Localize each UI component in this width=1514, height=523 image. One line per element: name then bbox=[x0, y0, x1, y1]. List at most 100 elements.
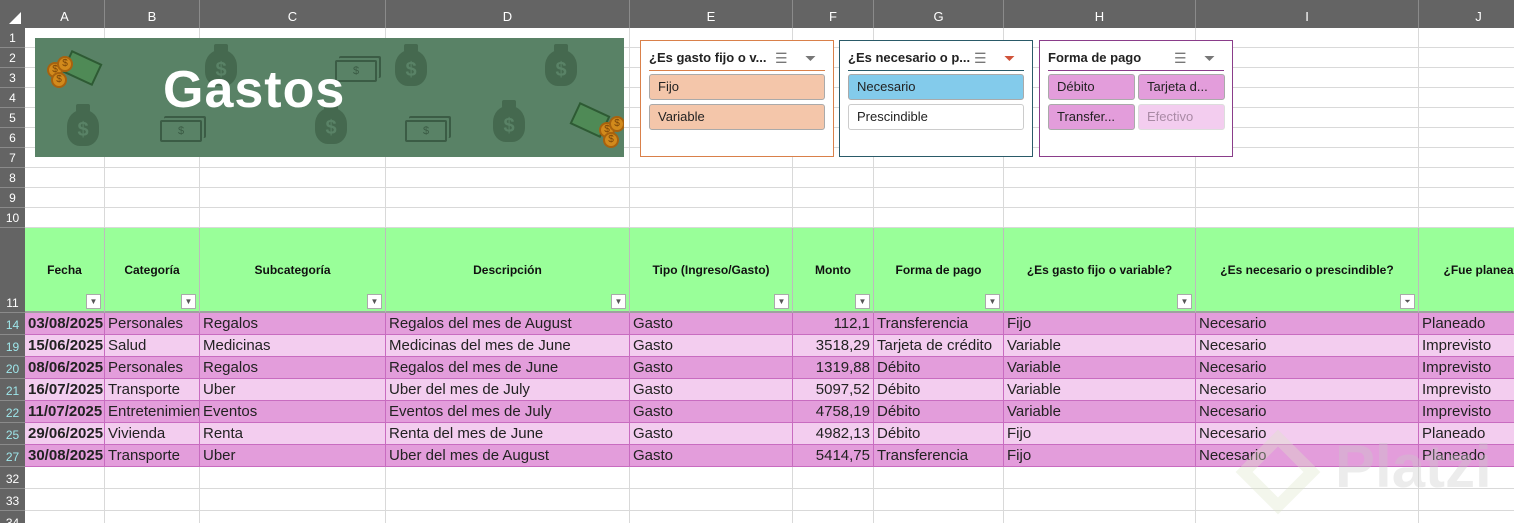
cell[interactable] bbox=[630, 467, 793, 489]
row-header[interactable]: 14 bbox=[0, 313, 25, 335]
cell[interactable] bbox=[1004, 511, 1196, 523]
cell[interactable]: Transferencia bbox=[874, 445, 1004, 467]
cell[interactable] bbox=[1196, 168, 1419, 188]
clear-filter-icon[interactable]: ⏷ bbox=[805, 49, 816, 67]
cell[interactable]: Necesario bbox=[1196, 313, 1419, 335]
column-header[interactable]: D bbox=[386, 0, 630, 28]
slicer-item[interactable]: Variable bbox=[649, 104, 825, 130]
cell[interactable] bbox=[874, 208, 1004, 228]
row-header[interactable]: 9 bbox=[0, 188, 25, 208]
slicer-item[interactable]: Tarjeta d... bbox=[1138, 74, 1225, 100]
cell[interactable]: 4758,19 bbox=[793, 401, 874, 423]
row-header[interactable]: 2 bbox=[0, 48, 25, 68]
cell[interactable] bbox=[105, 467, 200, 489]
row-header[interactable]: 21 bbox=[0, 379, 25, 401]
cell[interactable]: Medicinas del mes de June bbox=[386, 335, 630, 357]
row-header[interactable]: 19 bbox=[0, 335, 25, 357]
cell[interactable]: 29/06/2025 bbox=[25, 423, 105, 445]
slicer[interactable]: ¿Es necesario o p... ☰ ⏷ Necesario Prescindi… bbox=[839, 40, 1033, 157]
cell[interactable]: Personales bbox=[105, 357, 200, 379]
cell[interactable] bbox=[793, 208, 874, 228]
cell[interactable] bbox=[1004, 208, 1196, 228]
cell[interactable]: 5414,75 bbox=[793, 445, 874, 467]
cell[interactable]: Necesario bbox=[1196, 401, 1419, 423]
cell[interactable]: Gasto bbox=[630, 335, 793, 357]
cell[interactable] bbox=[25, 188, 105, 208]
select-all-button[interactable] bbox=[0, 0, 25, 28]
cell[interactable]: Necesario bbox=[1196, 379, 1419, 401]
cell[interactable]: Eventos del mes de July bbox=[386, 401, 630, 423]
cell[interactable] bbox=[386, 168, 630, 188]
row-header[interactable]: 33 bbox=[0, 489, 25, 511]
slicer-item[interactable]: Efectivo bbox=[1138, 104, 1225, 130]
cell[interactable] bbox=[1196, 511, 1419, 523]
cell[interactable]: Gasto bbox=[630, 379, 793, 401]
cell[interactable]: Regalos del mes de August bbox=[386, 313, 630, 335]
column-header-cell[interactable]: ¿Es gasto fijo o variable? ▼ bbox=[1004, 228, 1196, 313]
cell[interactable] bbox=[1419, 168, 1514, 188]
cell[interactable]: Débito bbox=[874, 379, 1004, 401]
cell[interactable]: Eventos bbox=[200, 401, 386, 423]
cell[interactable] bbox=[386, 188, 630, 208]
filter-dropdown-button[interactable]: ▼ bbox=[181, 294, 196, 309]
cell[interactable]: 03/08/2025 bbox=[25, 313, 105, 335]
row-header[interactable]: 22 bbox=[0, 401, 25, 423]
row-header[interactable]: 34 bbox=[0, 511, 25, 523]
cell[interactable]: Débito bbox=[874, 401, 1004, 423]
column-header[interactable]: C bbox=[200, 0, 386, 28]
cell[interactable] bbox=[874, 467, 1004, 489]
cell[interactable]: Renta del mes de June bbox=[386, 423, 630, 445]
column-header-cell[interactable]: ¿Es necesario o prescindible? ⏷ bbox=[1196, 228, 1419, 313]
cell[interactable]: 112,1 bbox=[793, 313, 874, 335]
cell[interactable] bbox=[1004, 168, 1196, 188]
cell[interactable]: Uber bbox=[200, 445, 386, 467]
column-header-cell[interactable]: Tipo (Ingreso/Gasto) ▼ bbox=[630, 228, 793, 313]
cell[interactable]: Necesario bbox=[1196, 335, 1419, 357]
cell[interactable]: Regalos bbox=[200, 313, 386, 335]
cell[interactable] bbox=[793, 511, 874, 523]
cell[interactable] bbox=[1196, 188, 1419, 208]
cell[interactable] bbox=[25, 208, 105, 228]
cell[interactable] bbox=[386, 489, 630, 511]
slicer[interactable]: ¿Es gasto fijo o v... ☰ ⏷ Fijo Variable bbox=[640, 40, 834, 157]
row-header[interactable]: 20 bbox=[0, 357, 25, 379]
cell[interactable] bbox=[874, 489, 1004, 511]
cell[interactable] bbox=[874, 168, 1004, 188]
row-header[interactable]: 10 bbox=[0, 208, 25, 228]
cell[interactable]: Transferencia bbox=[874, 313, 1004, 335]
cell[interactable]: 5097,52 bbox=[793, 379, 874, 401]
cell[interactable] bbox=[386, 208, 630, 228]
row-header[interactable]: 1 bbox=[0, 28, 25, 48]
cell[interactable]: Personales bbox=[105, 313, 200, 335]
multi-select-icon[interactable]: ☰ bbox=[974, 49, 987, 67]
slicer-item[interactable]: Fijo bbox=[649, 74, 825, 100]
filter-dropdown-button[interactable]: ▼ bbox=[367, 294, 382, 309]
filter-dropdown-button[interactable]: ▼ bbox=[86, 294, 101, 309]
row-header[interactable]: 8 bbox=[0, 168, 25, 188]
row-header[interactable]: 32 bbox=[0, 467, 25, 489]
cell[interactable]: Variable bbox=[1004, 401, 1196, 423]
cell[interactable] bbox=[105, 208, 200, 228]
cell[interactable]: Necesario bbox=[1196, 357, 1419, 379]
cell[interactable]: Medicinas bbox=[200, 335, 386, 357]
cell[interactable] bbox=[1004, 188, 1196, 208]
cell[interactable] bbox=[25, 467, 105, 489]
column-header-cell[interactable]: Fecha ▼ bbox=[25, 228, 105, 313]
cell[interactable]: Gasto bbox=[630, 357, 793, 379]
cell[interactable]: Variable bbox=[1004, 379, 1196, 401]
cell[interactable]: Imprevisto bbox=[1419, 401, 1514, 423]
cell[interactable] bbox=[105, 511, 200, 523]
clear-filter-icon[interactable]: ⏷ bbox=[1004, 49, 1015, 67]
column-header-cell[interactable]: Descripción ▼ bbox=[386, 228, 630, 313]
cell[interactable]: 11/07/2025 bbox=[25, 401, 105, 423]
column-header[interactable]: I bbox=[1196, 0, 1419, 28]
cell[interactable] bbox=[200, 489, 386, 511]
cell[interactable]: Planeado bbox=[1419, 313, 1514, 335]
column-header[interactable]: J bbox=[1419, 0, 1514, 28]
cell[interactable]: Transporte bbox=[105, 445, 200, 467]
cell[interactable]: Tarjeta de crédito bbox=[874, 335, 1004, 357]
cell[interactable] bbox=[793, 467, 874, 489]
cell[interactable]: Entretenimiento bbox=[105, 401, 200, 423]
cell[interactable] bbox=[200, 467, 386, 489]
cell[interactable] bbox=[105, 188, 200, 208]
